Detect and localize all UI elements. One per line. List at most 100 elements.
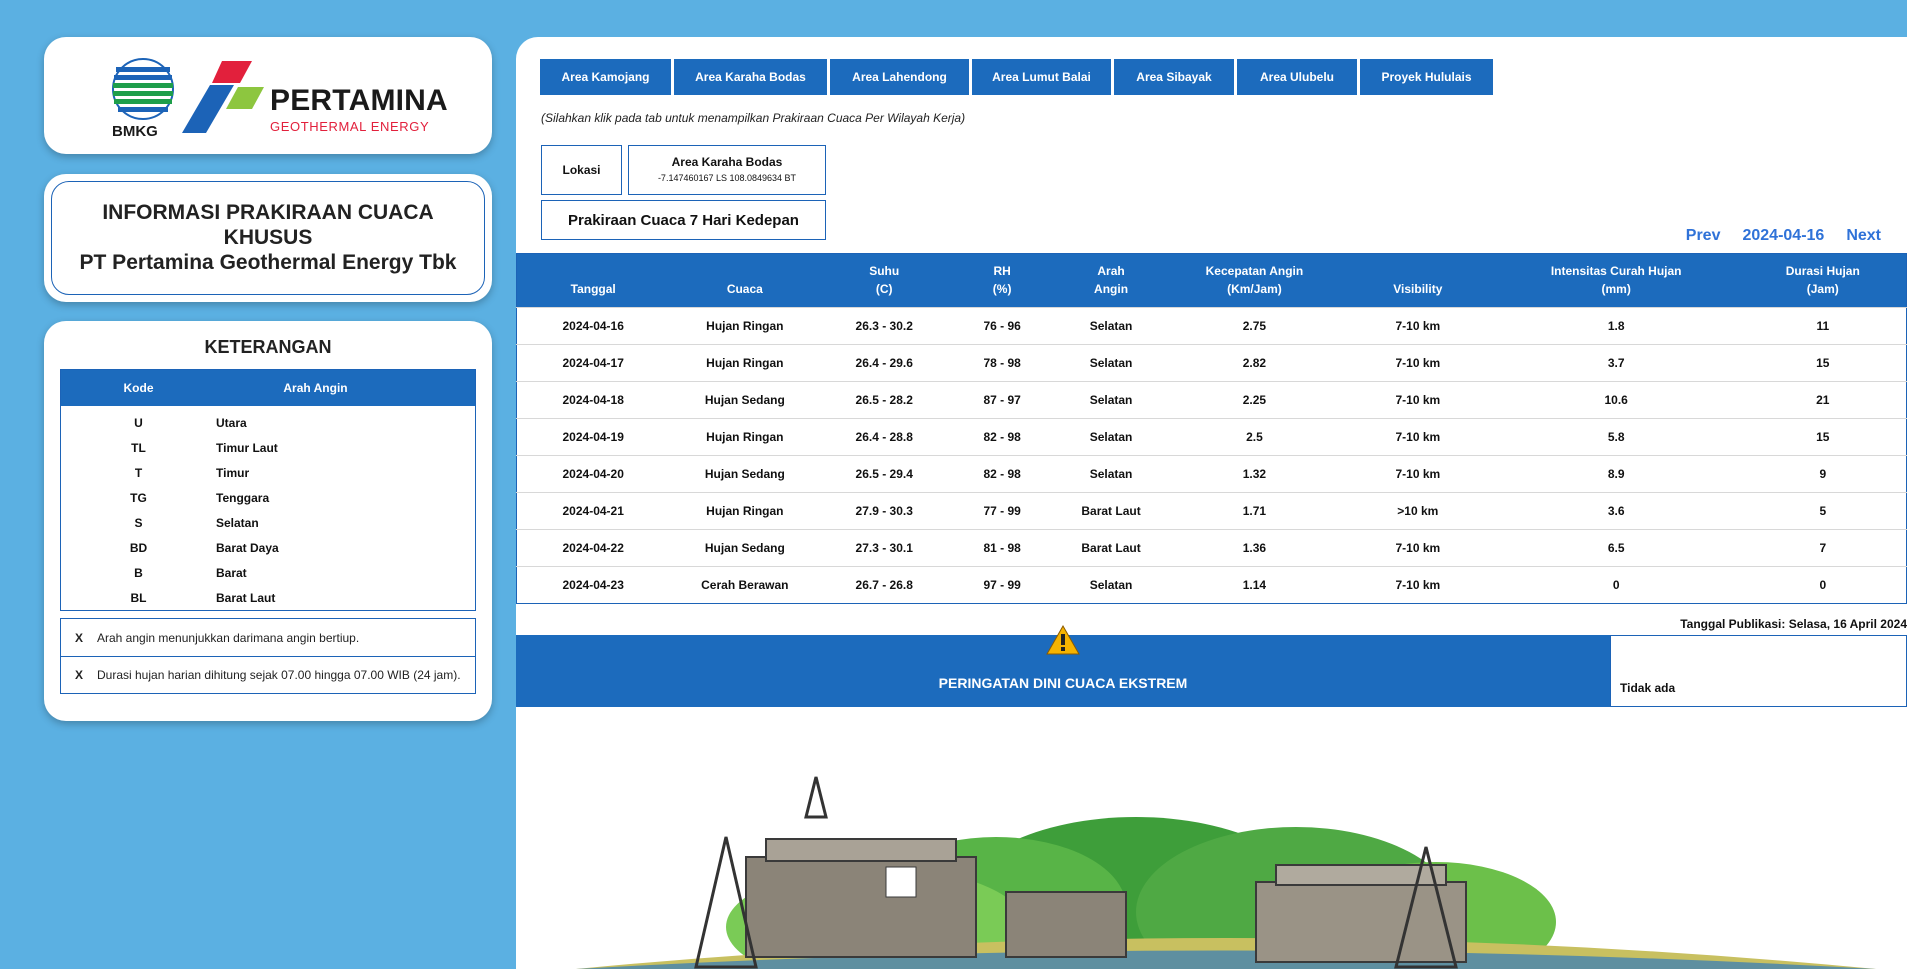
rh-cell: 77 - 99 bbox=[948, 492, 1057, 530]
header-cell: Cuaca bbox=[669, 253, 821, 308]
forecast-row: 2024-04-19 Hujan Ringan 26.4 - 28.8 82 - 98… bbox=[516, 418, 1907, 456]
forecast-table: Tanggal Cuaca Suhu (C) RH (%) Arah Angin Ke… bbox=[516, 253, 1907, 604]
rain-duration-cell: 5 bbox=[1739, 492, 1907, 530]
note-mark: X bbox=[74, 630, 83, 645]
note-item: X Durasi hujan harian dihitung sejak 07.0… bbox=[61, 656, 475, 693]
header-cell: RH (%) bbox=[948, 253, 1057, 308]
location-value: Area Karaha Bodas -7.147460167 LS 108.08… bbox=[628, 145, 826, 195]
wind-dir-cell: Selatan bbox=[1056, 418, 1166, 456]
visibility-cell: 7-10 km bbox=[1342, 418, 1493, 456]
tab-proyek-hululais[interactable]: Proyek Hululais bbox=[1360, 59, 1493, 95]
tab-area-kamojang[interactable]: Area Kamojang bbox=[540, 59, 671, 95]
title-box: INFORMASI PRAKIRAAN CUACA KHUSUS PT Pert… bbox=[51, 181, 485, 295]
rh-cell: 87 - 97 bbox=[948, 381, 1057, 419]
header-cell: Suhu (C) bbox=[820, 253, 949, 308]
col-arah-angin: Arah Angin bbox=[283, 381, 348, 395]
keterangan-card: KETERANGAN Kode Arah Angin U Utara TL Timu… bbox=[44, 321, 492, 721]
wind-code-row: S Selatan bbox=[61, 510, 475, 535]
tab-area-lahendong[interactable]: Area Lahendong bbox=[830, 59, 969, 95]
area-tabs: Area Kamojang Area Karaha Bodas Area Lah… bbox=[540, 59, 1493, 95]
location-box: Lokasi Area Karaha Bodas -7.147460167 LS… bbox=[541, 145, 826, 195]
forecast-row: 2024-04-20 Hujan Sedang 26.5 - 29.4 82 - 98… bbox=[516, 455, 1907, 493]
wind-dir-cell: Selatan bbox=[1056, 455, 1166, 493]
kode-cell: U bbox=[134, 415, 143, 430]
rain-intensity-cell: 6.5 bbox=[1492, 529, 1740, 567]
weather-cell: Hujan Ringan bbox=[669, 307, 821, 345]
wind-dir-cell: Barat Laut bbox=[1056, 492, 1166, 530]
tab-area-ulubelu[interactable]: Area Ulubelu bbox=[1237, 59, 1357, 95]
date-navigation: Prev 2024-04-16 Next bbox=[1686, 227, 1881, 245]
date-cell: 2024-04-19 bbox=[516, 418, 670, 456]
wind-dir-cell: Selatan bbox=[1056, 381, 1166, 419]
date-cell: 2024-04-17 bbox=[516, 344, 670, 382]
current-date: 2024-04-16 bbox=[1742, 227, 1825, 244]
col-kode: Kode bbox=[123, 381, 154, 395]
warning-value: Tidak ada bbox=[1610, 635, 1907, 707]
visibility-cell: >10 km bbox=[1342, 492, 1493, 530]
note-text: Durasi hujan harian dihitung sejak 07.00… bbox=[97, 668, 461, 682]
arah-cell: Selatan bbox=[216, 515, 259, 530]
kode-cell: S bbox=[134, 515, 143, 530]
geothermal-plant-illustration bbox=[576, 776, 1876, 969]
publication-date: Tanggal Publikasi: Selasa, 16 April 2024 bbox=[1680, 617, 1907, 631]
wind-code-table: Kode Arah Angin U Utara TL Timur Laut T Tim… bbox=[60, 369, 476, 611]
wind-code-row: TL Timur Laut bbox=[61, 435, 475, 460]
weather-cell: Hujan Sedang bbox=[669, 529, 821, 567]
rain-duration-cell: 9 bbox=[1739, 455, 1907, 493]
rain-intensity-cell: 8.9 bbox=[1492, 455, 1740, 493]
wind-speed-cell: 2.25 bbox=[1166, 381, 1343, 419]
pertamina-subtitle: GEOTHERMAL ENERGY bbox=[270, 119, 430, 134]
temp-cell: 27.3 - 30.1 bbox=[820, 529, 949, 567]
header-cell: Visibility bbox=[1342, 253, 1493, 308]
rain-intensity-cell: 3.6 bbox=[1492, 492, 1740, 530]
rain-duration-cell: 21 bbox=[1739, 381, 1907, 419]
tab-area-sibayak[interactable]: Area Sibayak bbox=[1114, 59, 1234, 95]
arah-cell: Barat Laut bbox=[216, 590, 276, 605]
temp-cell: 26.5 - 29.4 bbox=[820, 455, 949, 493]
prev-link[interactable]: Prev bbox=[1686, 227, 1721, 245]
rh-cell: 81 - 98 bbox=[948, 529, 1057, 567]
arah-cell: Utara bbox=[216, 415, 247, 430]
kode-cell: BL bbox=[130, 590, 147, 605]
wind-dir-cell: Selatan bbox=[1056, 307, 1166, 345]
forecast-row: 2024-04-16 Hujan Ringan 26.3 - 30.2 76 - 96… bbox=[516, 307, 1907, 345]
wind-code-row: BL Barat Laut bbox=[61, 585, 475, 610]
forecast-title: Prakiraan Cuaca 7 Hari Kedepan bbox=[541, 200, 826, 240]
tab-area-karaha-bodas[interactable]: Area Karaha Bodas bbox=[674, 59, 827, 95]
weather-cell: Hujan Ringan bbox=[669, 492, 821, 530]
rh-cell: 97 - 99 bbox=[948, 566, 1057, 604]
pertamina-logo-icon bbox=[182, 61, 264, 133]
extreme-weather-warning: PERINGATAN DINI CUACA EKSTREM Tidak ada bbox=[516, 625, 1907, 707]
visibility-cell: 7-10 km bbox=[1342, 566, 1493, 604]
pertamina-name: PERTAMINA bbox=[270, 84, 448, 117]
arah-cell: Barat bbox=[216, 565, 247, 580]
wind-dir-cell: Selatan bbox=[1056, 566, 1166, 604]
tab-area-lumut-balai[interactable]: Area Lumut Balai bbox=[972, 59, 1111, 95]
visibility-cell: 7-10 km bbox=[1342, 529, 1493, 567]
wind-dir-cell: Barat Laut bbox=[1056, 529, 1166, 567]
warning-title: PERINGATAN DINI CUACA EKSTREM bbox=[938, 675, 1188, 691]
date-cell: 2024-04-23 bbox=[516, 566, 670, 604]
rh-cell: 76 - 96 bbox=[948, 307, 1057, 345]
arah-cell: Tenggara bbox=[216, 490, 270, 505]
next-link[interactable]: Next bbox=[1846, 227, 1881, 245]
forecast-row: 2024-04-17 Hujan Ringan 26.4 - 29.6 78 - 98… bbox=[516, 344, 1907, 382]
forecast-header-row: Tanggal Cuaca Suhu (C) RH (%) Arah Angin Ke… bbox=[516, 253, 1907, 308]
weather-cell: Hujan Ringan bbox=[669, 344, 821, 382]
forecast-row: 2024-04-22 Hujan Sedang 27.3 - 30.1 81 - 98… bbox=[516, 529, 1907, 567]
note-item: X Arah angin menunjukkan darimana angin b… bbox=[61, 619, 475, 656]
arah-cell: Timur Laut bbox=[216, 440, 278, 455]
wind-code-row: B Barat bbox=[61, 560, 475, 585]
notes-box: X Arah angin menunjukkan darimana angin b… bbox=[60, 618, 476, 694]
logo-card: BMKG PERTAMINA GEOTHERMAL ENERGY bbox=[44, 37, 492, 154]
weather-cell: Cerah Berawan bbox=[669, 566, 821, 604]
warning-banner: PERINGATAN DINI CUACA EKSTREM bbox=[516, 625, 1610, 707]
note-text: Arah angin menunjukkan darimana angin be… bbox=[97, 630, 360, 645]
kode-cell: TL bbox=[131, 440, 146, 455]
wind-speed-cell: 1.36 bbox=[1166, 529, 1343, 567]
forecast-row: 2024-04-18 Hujan Sedang 26.5 - 28.2 87 - 97… bbox=[516, 381, 1907, 419]
header-cell: Intensitas Curah Hujan (mm) bbox=[1492, 253, 1740, 308]
location-label: Lokasi bbox=[541, 145, 622, 195]
wind-dir-cell: Selatan bbox=[1056, 344, 1166, 382]
tab-hint: (Silahkan klik pada tab untuk menampilka… bbox=[541, 111, 966, 125]
